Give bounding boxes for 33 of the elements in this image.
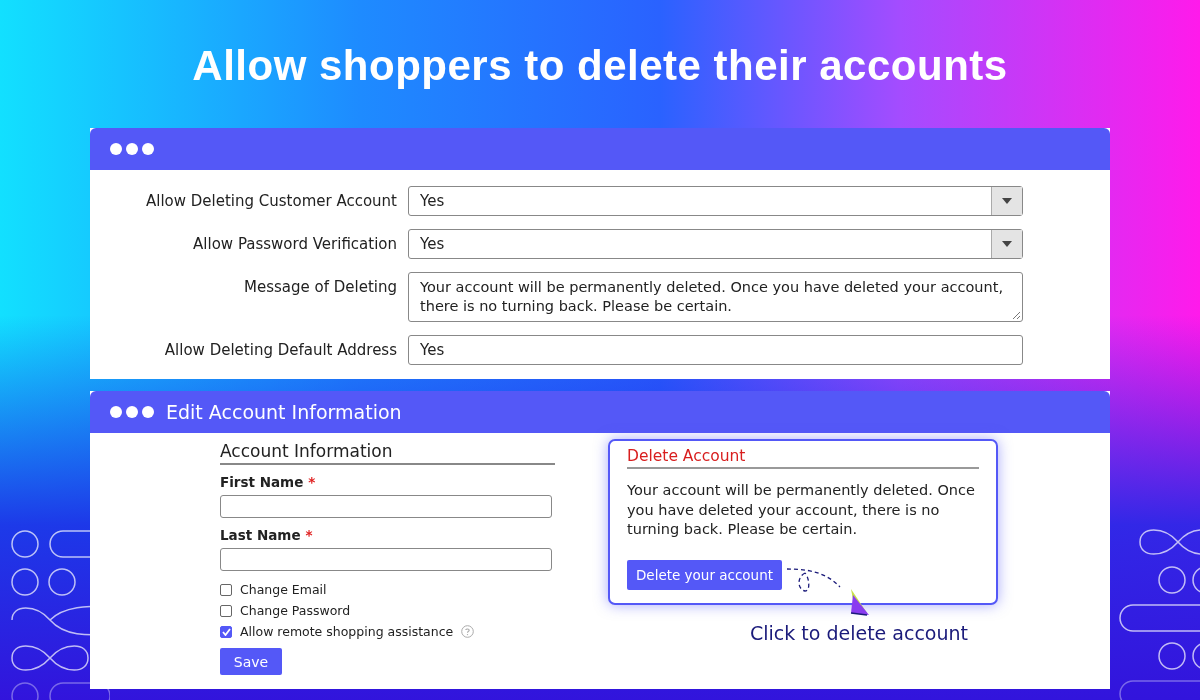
window-dots-icon (110, 406, 154, 418)
required-mark: * (308, 474, 316, 490)
window-dots-icon (110, 143, 154, 155)
checkbox[interactable] (220, 583, 232, 596)
checkbox-label: Allow remote shopping assistance (240, 624, 454, 639)
field-label: Allow Deleting Default Address (163, 340, 397, 359)
field-label: Last Name (220, 527, 301, 543)
caret-icon (1002, 198, 1012, 204)
checkbox[interactable] (220, 604, 232, 617)
hint-caption: Click to delete account (750, 622, 970, 644)
dropdown-field[interactable]: Yes (408, 229, 1023, 259)
input-field[interactable] (220, 548, 552, 571)
caret-icon (1002, 241, 1012, 247)
dropdown-field[interactable]: Yes (408, 186, 1023, 216)
card-title: Delete Account (627, 447, 979, 469)
message-textarea[interactable]: Your account will be permanently deleted. Once you have deleted your account, there is no turning back. Please be certain. (408, 272, 1023, 322)
panel-title: Edit Account Information (166, 401, 402, 423)
delete-account-button[interactable]: Delete your account (627, 559, 782, 590)
text-field[interactable]: Yes (408, 335, 1023, 365)
checkbox-label: Change Email (240, 582, 327, 597)
headline: Allow shoppers to delete their accounts (192, 42, 1008, 91)
field-label: Message of Deleting (243, 277, 397, 296)
warning-message: Your account will be permanently deleted. Once you have deleted your account, there is no turning back. Please be certain. (627, 481, 976, 539)
field-label: First Name (220, 474, 304, 490)
checkbox-label: Change Password (240, 603, 351, 618)
checkbox[interactable] (220, 625, 232, 638)
section-title: Account Information (220, 441, 555, 465)
save-button[interactable]: Save (220, 648, 282, 675)
field-label: Allow Deleting Customer Account (144, 191, 397, 210)
required-mark: * (305, 527, 313, 543)
resize-grip-icon (1012, 311, 1020, 319)
field-label: Allow Password Verification (192, 234, 397, 253)
input-field[interactable] (220, 495, 552, 518)
